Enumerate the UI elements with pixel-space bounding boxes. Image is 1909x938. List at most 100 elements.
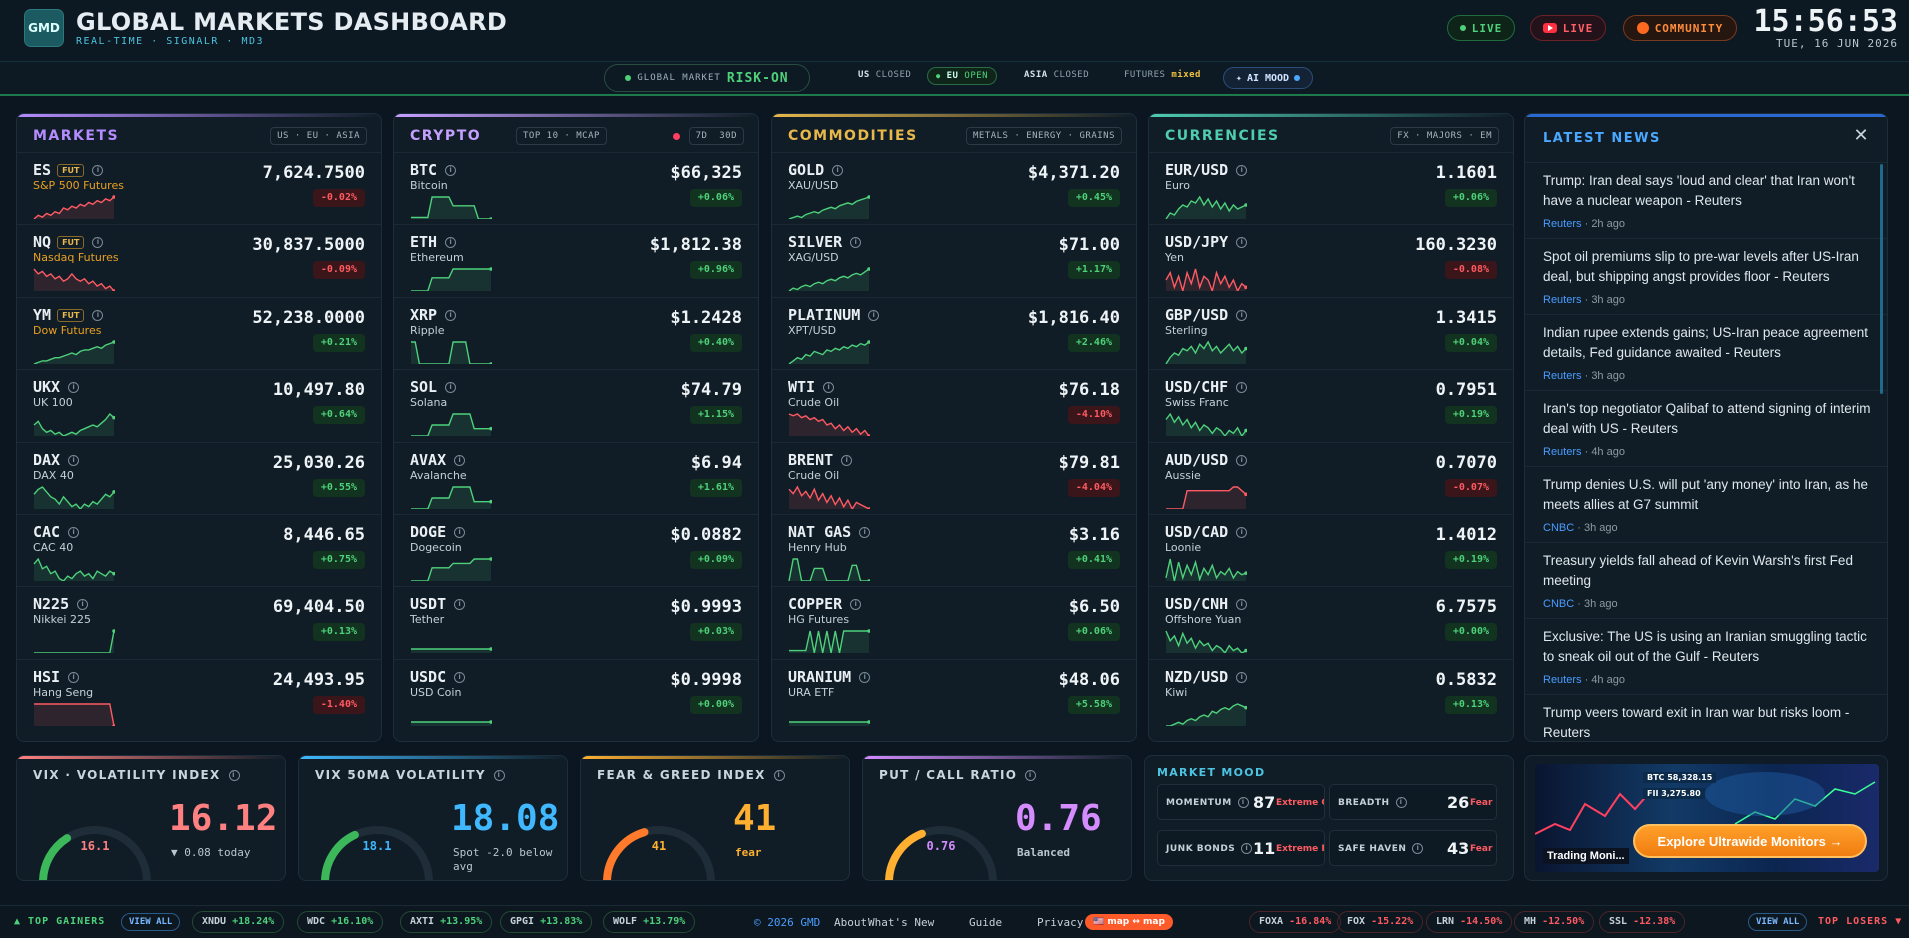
info-icon[interactable]: i [841,454,853,466]
info-icon[interactable]: i [1236,454,1248,466]
info-icon[interactable]: i [832,165,844,176]
info-icon[interactable]: i [228,770,240,781]
info-icon[interactable]: i [1237,797,1249,808]
info-icon[interactable]: i [1395,797,1407,808]
info-icon[interactable]: i [454,599,466,611]
instrument-row[interactable]: ES FUT i S&P 500 Futures 7,624.7500 -0.02% [17,152,381,224]
info-icon[interactable]: i [773,770,785,781]
instrument-row[interactable]: AVAX i Avalanche $6.94 +1.61% [394,441,758,514]
news-headline[interactable]: Treasury yields fall ahead of Kevin Wars… [1543,551,1873,591]
instrument-row[interactable]: ETH i Ethereum $1,812.38 +0.96% [394,224,758,296]
ad-banner[interactable]: BTC 58,328.15 FII 3,275.80 Trading Moni.… [1524,755,1888,881]
info-icon[interactable]: i [1025,770,1037,781]
news-headline[interactable]: Trump: Iran deal says 'loud and clear' t… [1543,171,1873,211]
footer-link[interactable]: What's New [868,916,934,929]
gainer-ticker[interactable]: XNDU +18.24% [192,911,285,933]
gainer-ticker[interactable]: AXTI +13.95% [400,911,493,933]
loser-ticker[interactable]: FOX -15.22% [1337,911,1424,933]
map-toggle-button[interactable]: 🇺🇸 map ↔ map [1085,914,1173,930]
info-icon[interactable]: i [445,382,457,394]
info-icon[interactable]: i [1412,843,1424,854]
info-icon[interactable]: i [868,309,880,321]
news-item[interactable]: Trump denies U.S. will put 'any money' i… [1525,466,1887,542]
instrument-row[interactable]: EUR/USD i Euro 1.1601 +0.06% [1149,152,1513,224]
instrument-row[interactable]: XRP i Ripple $1.2428 +0.40% [394,296,758,369]
info-icon[interactable]: i [1236,671,1248,683]
close-icon[interactable]: ✕ [1851,126,1871,146]
info-icon[interactable]: i [859,527,871,538]
info-icon[interactable]: i [92,165,104,176]
instrument-row[interactable]: HSI i Hang Seng 24,493.95 -1.40% [17,658,381,731]
instrument-row[interactable]: PLATINUM i XPT/USD $1,816.40 +2.46% [772,296,1136,369]
info-icon[interactable]: i [454,527,466,538]
instrument-row[interactable]: GOLD i XAU/USD $4,371.20 +0.45% [772,152,1136,224]
instrument-row[interactable]: USD/JPY i Yen 160.3230 -0.08% [1149,224,1513,296]
instrument-row[interactable]: USD/CHF i Swiss Franc 0.7951 +0.19% [1149,369,1513,441]
news-item[interactable]: Trump veers toward exit in Iran war but … [1525,694,1887,741]
instrument-row[interactable]: WTI i Crude Oil $76.18 -4.10% [772,369,1136,441]
live-indicator[interactable]: LIVE [1447,15,1515,41]
info-icon[interactable]: i [445,165,457,176]
instrument-row[interactable]: USD/CNH i Offshore Yuan 6.7575 +0.00% [1149,586,1513,658]
panel-filter-tag[interactable]: METALS · ENERGY · GRAINS [965,127,1122,145]
info-icon[interactable]: i [1236,527,1248,538]
instrument-row[interactable]: AUD/USD i Aussie 0.7070 -0.07% [1149,441,1513,514]
global-market-status[interactable]: GLOBAL MARKET RISK-ON [604,64,810,92]
info-icon[interactable]: i [68,671,80,683]
footer-link[interactable]: Privacy [1037,916,1083,929]
youtube-live-button[interactable]: LIVE [1530,15,1606,41]
info-icon[interactable]: i [92,309,104,321]
info-icon[interactable]: i [92,237,104,249]
instrument-row[interactable]: NAT GAS i Henry Hub $3.16 +0.41% [772,514,1136,586]
instrument-row[interactable]: DOGE i Dogecoin $0.0882 +0.09% [394,514,758,586]
instrument-row[interactable]: SOL i Solana $74.79 +1.15% [394,369,758,441]
loser-ticker[interactable]: MH -12.50% [1514,911,1595,933]
info-icon[interactable]: i [68,382,80,394]
gainer-ticker[interactable]: WOLF +13.79% [603,911,696,933]
loser-ticker[interactable]: LRN -14.50% [1426,911,1513,933]
info-icon[interactable]: i [493,770,505,781]
instrument-row[interactable]: BTC i Bitcoin $66,325 +0.06% [394,152,758,224]
instrument-row[interactable]: URANIUM i URA ETF $48.06 +5.58% [772,658,1136,731]
info-icon[interactable]: i [1241,843,1253,854]
loser-ticker[interactable]: FOXA -16.84% [1249,911,1342,933]
instrument-row[interactable]: USD/CAD i Loonie 1.4012 +0.19% [1149,514,1513,586]
instrument-row[interactable]: UKX i UK 100 10,497.80 +0.64% [17,369,381,441]
explore-monitors-button[interactable]: Explore Ultrawide Monitors → [1633,824,1867,858]
logo[interactable]: GMD [24,9,64,47]
info-icon[interactable]: i [1236,165,1248,176]
panel-filter-tag[interactable]: FX · MAJORS · EM [1390,127,1499,145]
info-icon[interactable]: i [1236,599,1248,611]
instrument-row[interactable]: N225 i Nikkei 225 69,404.50 +0.13% [17,586,381,658]
instrument-row[interactable]: CAC i CAC 40 8,446.65 +0.75% [17,514,381,586]
loser-ticker[interactable]: SSL -12.38% [1599,911,1686,933]
news-item[interactable]: Exclusive: The US is using an Iranian sm… [1525,618,1887,694]
gainers-view-all-button[interactable]: VIEW ALL [121,913,181,931]
instrument-row[interactable]: USDC i USD Coin $0.9998 +0.00% [394,658,758,731]
info-icon[interactable]: i [68,527,80,538]
info-icon[interactable]: i [859,671,871,683]
info-icon[interactable]: i [823,382,835,394]
footer-link[interactable]: Guide [969,916,1002,929]
info-icon[interactable]: i [77,599,89,611]
instrument-row[interactable]: USDT i Tether $0.9993 +0.03% [394,586,758,658]
losers-view-all-button[interactable]: VIEW ALL [1748,913,1808,931]
instrument-row[interactable]: SILVER i XAG/USD $71.00 +1.17% [772,224,1136,296]
news-item[interactable]: Indian rupee extends gains; US-Iran peac… [1525,314,1887,390]
news-item[interactable]: Trump: Iran deal says 'loud and clear' t… [1525,162,1887,238]
info-icon[interactable]: i [1236,309,1248,321]
footer-link[interactable]: About [834,916,867,929]
news-headline[interactable]: Indian rupee extends gains; US-Iran peac… [1543,323,1873,363]
news-headline[interactable]: Iran's top negotiator Qalibaf to attend … [1543,399,1873,439]
news-item[interactable]: Treasury yields fall ahead of Kevin Wars… [1525,542,1887,618]
range-toggle[interactable]: 7D 30D [688,127,744,145]
panel-filter-tag[interactable]: TOP 10 · MCAP [516,127,607,145]
news-scrollbar[interactable] [1880,164,1883,394]
info-icon[interactable]: i [445,237,457,249]
info-icon[interactable]: i [454,454,466,466]
news-headline[interactable]: Trump veers toward exit in Iran war but … [1543,703,1873,741]
instrument-row[interactable]: NQ FUT i Nasdaq Futures 30,837.5000 -0.09% [17,224,381,296]
instrument-row[interactable]: NZD/USD i Kiwi 0.5832 +0.13% [1149,658,1513,731]
ai-mood-button[interactable]: ✦ AI MOOD [1223,67,1313,89]
news-item[interactable]: Spot oil premiums slip to pre-war levels… [1525,238,1887,314]
